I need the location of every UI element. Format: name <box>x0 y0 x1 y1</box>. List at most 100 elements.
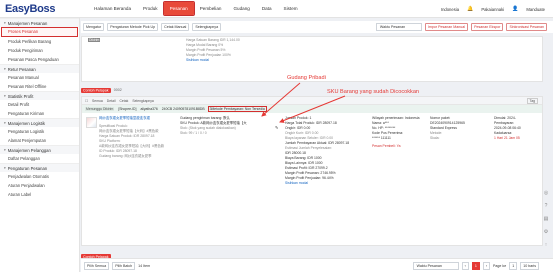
order-info-row: Menunggu Dikirim [Shopee-ID] aliyatha376… <box>82 105 542 113</box>
nav-beranda[interactable]: Halaman Beranda <box>88 0 137 18</box>
toolbar-right: Waktu Pesanan Impor Pesanan Manual Pesan… <box>375 23 553 31</box>
top-right-menu: Indonesia 🔔 Pakaiannaki 👤 Manduate <box>441 0 545 18</box>
sidebar-group-pengaturan-pesanan[interactable]: ▾ Pengaturan Pesanan <box>0 163 79 172</box>
sidebar-item-produk-pengiriman[interactable]: Produk Pengiriman <box>0 46 79 55</box>
nav-pesanan[interactable]: Pesanan <box>162 1 195 16</box>
import-manual-button[interactable]: Impor Pesanan Manual <box>424 23 469 31</box>
chevron-down-icon: ▾ <box>4 120 6 125</box>
sidebar-group-statistik[interactable]: ▾ Statistik Profit <box>0 91 79 100</box>
sidebar-group-logistik[interactable]: ▾ Manajemen Logistik <box>0 118 79 127</box>
settings-icon[interactable]: ⚙ <box>544 229 548 235</box>
nav-data[interactable]: Data <box>256 0 278 18</box>
sidebar-item-aturan-label[interactable]: Aturan Label <box>0 190 79 199</box>
sidebar-item-aturan-penjadwalan[interactable]: Aturan Penjadwalan <box>0 181 79 190</box>
sidebar-item-perlikan-barang[interactable]: Produk Perlikan Barang <box>0 37 79 46</box>
sidebar-group-pelanggan[interactable]: ▾ Manajemen Pelanggan <box>0 145 79 154</box>
nav-pembelian[interactable]: Pembelian <box>194 0 228 18</box>
sidebar-item-pengaturan-kiriman[interactable]: Pengaturan Kiriman <box>0 109 79 118</box>
order-number[interactable]: [Shopee-ID] <box>118 107 136 111</box>
user-name[interactable]: Manduate <box>526 7 545 12</box>
export-button[interactable]: Pesanan Ekspor <box>471 23 504 31</box>
sync-orders-button[interactable]: Sinkronisasi Pesanan <box>506 23 547 31</box>
order-card: ☐ Semua Detail Cetak Selengkapnya Tag Me… <box>81 96 543 246</box>
time-filter-select[interactable]: Waktu Pesanan <box>375 23 422 31</box>
pagination: Waktu Pesanan ‹ 1 › Page ke 1 10 baris <box>412 261 553 270</box>
shipping-details: Nomor paket: DE2024090914125965 Standard… <box>430 116 465 140</box>
pickup-method-button[interactable]: Pengaturan Metode Pick Up <box>107 23 159 31</box>
sidebar-item-proses-pesanan[interactable]: Proses Pesanan <box>1 27 78 37</box>
annotation-sku-matched: SKU Barang yang sudah Dicocokkan <box>327 89 420 95</box>
payment-method: 3Metode Pembayaran: Non Tersedia <box>207 106 267 112</box>
order-status: Menunggu Dikirim <box>85 107 115 111</box>
app-logo[interactable]: EasyBoss <box>5 3 56 15</box>
main-nav: Halaman Beranda Produk Pesanan Pembelian… <box>88 0 304 18</box>
account-name[interactable]: Pakaiannaki <box>481 7 504 12</box>
sidebar: ▾ Manajemen Pesanan Proses Pesanan Produk… <box>0 18 80 272</box>
sidebar-item-pengaturan-logistik[interactable]: Pengaturan Logistik <box>0 127 79 136</box>
sidebar-item-pesanan-manual[interactable]: Pesanan Manual <box>0 73 79 82</box>
chevron-down-icon: ▾ <box>4 20 6 25</box>
product-title[interactable]: 网纱连衣裙女夏季短袖显瘦连衣裙 <box>99 116 164 121</box>
tab-cetak[interactable]: Cetak <box>119 99 128 103</box>
nav-gudang[interactable]: Gudang <box>227 0 255 18</box>
sort-select[interactable]: Waktu Pesanan <box>412 261 459 270</box>
order-card-header: ☐ Semua Detail Cetak Selengkapnya Tag <box>82 97 542 105</box>
floating-toolbar: ◎ ? ▤ ⚙ ↑ <box>541 190 551 248</box>
sidebar-item-ritel-offline[interactable]: Pesanan Ritel Offline <box>0 82 79 91</box>
help-icon[interactable]: ? <box>545 203 548 209</box>
store-id: 0002 <box>113 88 122 92</box>
sidebar-item-penjadwalan-otomatis[interactable]: Penjadwalan Otomatis <box>0 172 79 181</box>
status-badge: Dikirim <box>88 38 101 42</box>
country-selector[interactable]: Indonesia <box>441 7 459 12</box>
sidebar-item-pasca-pengaduan[interactable]: Pesanan Pasca Pengaduan <box>0 55 79 64</box>
sidebar-item-daftar-pelanggan[interactable]: Daftar Pelanggan <box>0 154 79 163</box>
page-number[interactable]: 1 <box>471 261 480 270</box>
document-icon[interactable]: ▤ <box>544 216 549 222</box>
mengatur-button[interactable]: Mengatur <box>83 23 105 31</box>
sidebar-item-alamat-penjemputan[interactable]: Alamat Penjemputan <box>0 136 79 145</box>
store-row: Contoh Pelapak 0002 <box>81 87 122 93</box>
sidebar-item-detail-profit[interactable]: Detail Profit <box>0 100 79 109</box>
chevron-down-icon: ▾ <box>4 165 6 170</box>
sidebar-group-retur[interactable]: ▾ Retur Pesanan <box>0 64 79 73</box>
order-toolbar: Mengatur Pengaturan Metode Pick Up Cetak… <box>81 21 553 33</box>
next-page-button[interactable]: › <box>482 261 491 270</box>
chevron-down-icon: ▾ <box>4 66 6 71</box>
per-page-select[interactable]: 10 baris <box>520 261 539 270</box>
warehouse-details: Gudang pengiriman barang: 默认 SKU Produk:… <box>180 116 247 135</box>
tab-selengkapnya[interactable]: Selengkapnya <box>132 99 154 103</box>
main-content: Mengatur Pengaturan Metode Pick Up Cetak… <box>81 18 553 272</box>
more-button[interactable]: Selengkapnya <box>192 23 222 31</box>
chat-icon[interactable]: ◎ <box>544 190 548 196</box>
tracking-number[interactable]: 240CB 240905781091B8DB <box>162 107 205 111</box>
print-manual-button[interactable]: Cetak Manual <box>161 23 190 31</box>
annotation-gudang-pribadi: Gudang Pribadi <box>287 75 326 81</box>
bell-icon[interactable]: 🔔 <box>467 6 473 12</box>
edit-icon[interactable]: ✎ <box>275 125 278 130</box>
buyer-message[interactable]: Pesan Pembeli: Ya <box>372 144 420 149</box>
scroll-top-icon[interactable]: ↑ <box>545 242 548 248</box>
nav-produk[interactable]: Produk <box>137 0 164 18</box>
page-input[interactable]: 1 <box>509 261 518 270</box>
store-tag: Contoh Pelapak <box>81 87 111 93</box>
bottom-action-bar: Pilih Semua Pilih Batch 14 Item Waktu Pe… <box>81 258 553 272</box>
product-image[interactable] <box>86 117 97 128</box>
page-label: Page ke <box>493 263 507 268</box>
sisihkan-modal-link[interactable]: Sisihkan modal <box>186 58 240 63</box>
select-all-button[interactable]: Pilih Semua <box>84 261 110 270</box>
address-details: Wilayah penerimaan: Indonesia Nama: a***… <box>372 116 420 149</box>
nav-sistem[interactable]: Sistem <box>278 0 304 18</box>
tab-detail[interactable]: Detail <box>107 99 116 103</box>
sidebar-group-manajemen-pesanan[interactable]: ▾ Manajemen Pesanan <box>0 18 79 27</box>
user-icon[interactable]: 👤 <box>512 6 518 12</box>
select-batch-button[interactable]: Pilih Batch <box>112 261 136 270</box>
item-count: 14 Item <box>138 263 151 268</box>
prev-page-button[interactable]: ‹ <box>461 261 469 270</box>
tab-semua[interactable]: Semua <box>92 99 103 103</box>
product-details: 网纱连衣裙女夏季短袖显瘦连衣裙 Spesifikasi Produk: 网纱连衣… <box>99 116 165 158</box>
buyer-name[interactable]: aliyatha376 <box>140 107 157 111</box>
sisihkan-modal-link[interactable]: Sisihkan modal <box>285 181 349 186</box>
chevron-down-icon: ▾ <box>4 147 6 152</box>
select-checkbox[interactable]: ☐ <box>85 99 88 103</box>
tag-button[interactable]: Tag <box>526 97 538 104</box>
